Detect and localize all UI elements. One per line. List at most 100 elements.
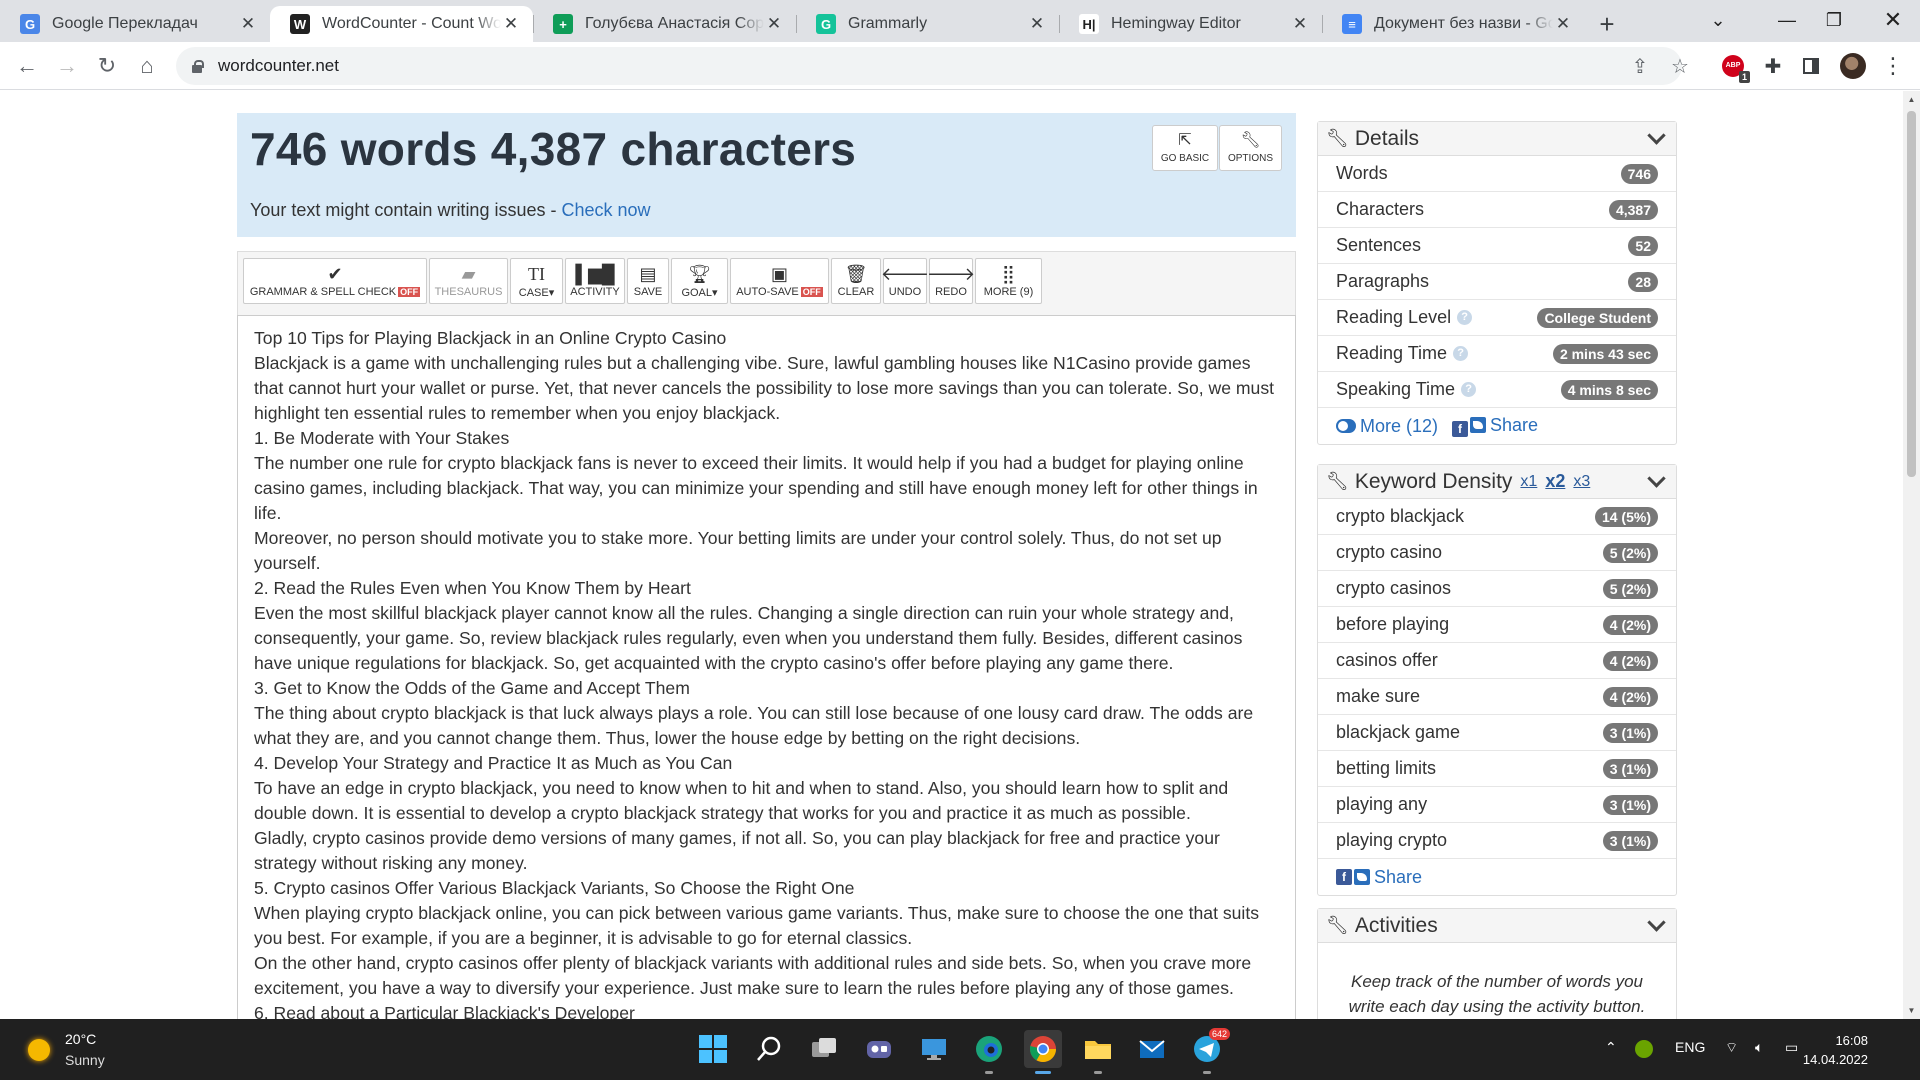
scroll-down-icon[interactable]: ▼ [1903,1002,1920,1019]
value-badge: 4,387 [1608,200,1658,220]
browser-tab[interactable]: H| Hemingway Editor ✕ [1059,6,1322,42]
keyword-row: crypto blackjack 14 (5%) [1318,499,1676,535]
options-button[interactable]: 🔧︎ OPTIONS [1219,125,1282,171]
browser-tab[interactable]: + Голубєва Анастасія Copywriting✕ [533,6,796,42]
file-explorer-icon[interactable] [1079,1030,1117,1074]
browser-tab[interactable]: G Google Перекладач ✕ [0,6,270,42]
thesaurus-button[interactable]: ▰ THESAURUS [429,258,508,304]
forward-icon[interactable]: → [52,51,82,81]
address-bar[interactable]: wordcounter.net [176,47,1682,85]
close-tab-icon[interactable]: ✕ [1553,14,1573,34]
chevron-down-icon[interactable] [1646,914,1668,936]
sun-weather-icon[interactable] [28,1039,50,1061]
chevron-down-icon[interactable] [1646,470,1668,492]
density-x2-link[interactable]: x2 [1545,471,1565,492]
system-clock[interactable]: 16:08 14.04.2022 [1803,1031,1868,1069]
value-badge: 2 mins 43 sec [1552,344,1658,364]
lock-icon[interactable] [190,59,204,73]
monitor-app-icon[interactable] [915,1030,953,1068]
chevron-down-icon[interactable] [1646,127,1668,149]
side-panel-icon[interactable] [1796,51,1826,81]
case-button[interactable]: TI CASE▾ [510,258,563,304]
tab-search-button[interactable]: ⌄ [1690,0,1746,40]
details-header[interactable]: 🔧︎ Details [1318,122,1676,156]
help-icon[interactable]: ? [1461,382,1477,397]
weather-description[interactable]: Sunny [65,1052,105,1068]
save-button[interactable]: ▤ SAVE [627,258,669,304]
grammar-spell-check-button[interactable]: ✔ GRAMMAR & SPELL CHECK OFF [243,258,427,304]
language-indicator[interactable]: ENG [1675,1039,1705,1055]
mail-icon[interactable] [1133,1030,1171,1068]
editor-paragraph: Top 10 Tips for Playing Blackjack in an … [254,328,727,348]
keyword-row: betting limits 3 (1%) [1318,751,1676,787]
row-label: crypto casino [1336,542,1443,562]
profile-avatar[interactable] [1838,51,1868,81]
redo-button[interactable]: 🡒 REDO [927,258,975,304]
more-button[interactable]: ⣿ MORE (9) [975,258,1042,304]
teams-chat-icon[interactable] [860,1030,898,1068]
clear-button[interactable]: 🗑︎ CLEAR [831,258,881,304]
chrome-browser-icon[interactable] [1024,1030,1062,1074]
keyword-share-link[interactable]: f Share [1318,859,1676,895]
wifi-icon[interactable]: ⌔ [1725,1039,1738,1057]
show-hidden-icons-icon[interactable]: ⌃ [1605,1039,1617,1056]
activities-panel: 🔧︎ Activities Keep track of the number o… [1317,908,1677,1019]
editor-paragraph: 1. Be Moderate with Your Stakes [254,428,510,448]
density-x3-link[interactable]: x3 [1573,473,1590,491]
detail-row: Characters 4,387 [1318,192,1676,228]
details-share-label: Share [1490,415,1539,435]
editor-paragraph: Moreover, no person should motivate you … [254,528,1222,573]
shield-tray-icon[interactable] [1635,1040,1653,1058]
close-tab-icon[interactable]: ✕ [764,14,784,34]
close-window-button[interactable]: ✕ [1865,0,1920,40]
task-view-icon[interactable] [805,1030,843,1068]
reload-icon[interactable]: ↻ [92,51,122,81]
share-page-icon[interactable]: ⇪ [1625,51,1655,81]
keyword-density-header[interactable]: 🔧︎ Keyword Density x1 x2 x3 [1318,465,1676,499]
twitter-icon [1354,869,1370,885]
keyword-row: casinos offer 4 (2%) [1318,643,1676,679]
grid-icon: ⣿ [1001,264,1016,284]
puzzle-extensions-icon[interactable]: ✚ [1758,51,1788,81]
activity-button[interactable]: ▌▆█ ACTIVITY [565,258,625,304]
browser-tab[interactable]: ≡ Документ без назви - Google Docs✕ [1322,6,1585,42]
scrollbar-thumb[interactable] [1907,111,1916,477]
editor-paragraph: The number one rule for crypto blackjack… [254,453,1258,523]
close-tab-icon[interactable]: ✕ [501,14,521,34]
details-share-link[interactable]: f Share [1452,415,1538,437]
search-icon[interactable] [750,1030,788,1068]
auto-save-button[interactable]: ▣ AUTO-SAVE OFF [730,258,829,304]
help-icon[interactable]: ? [1457,310,1473,325]
weather-temperature[interactable]: 20°C [65,1031,96,1047]
adblock-extension-icon[interactable]: ABP 1 [1718,51,1750,83]
check-now-link[interactable]: Check now [561,200,650,220]
density-x1-link[interactable]: x1 [1520,473,1537,491]
tab-title: Документ без назви - Google Docs [1374,15,1553,32]
edge-browser-icon[interactable] [970,1030,1008,1074]
home-icon[interactable]: ⌂ [132,51,162,81]
windows-start-icon[interactable] [694,1030,732,1068]
text-editor[interactable]: Top 10 Tips for Playing Blackjack in an … [237,315,1296,1019]
browser-tab[interactable]: W WordCounter - Count Words & Correct Wri… [270,6,533,42]
goal-button[interactable]: 🏆︎ GOAL▾ [671,258,728,304]
volume-icon[interactable]: 🔈︎ [1755,1039,1763,1056]
page-scrollbar[interactable]: ▲ ▼ [1903,91,1920,1019]
menu-kebab-icon[interactable]: ⋮ [1878,51,1908,81]
telegram-icon[interactable]: 642 [1188,1028,1230,1074]
battery-icon[interactable]: ▭ [1785,1039,1798,1056]
help-icon[interactable]: ? [1453,346,1469,361]
scroll-up-icon[interactable]: ▲ [1903,91,1920,108]
browser-tab[interactable]: G Grammarly ✕ [796,6,1059,42]
undo-button[interactable]: 🡐 UNDO [881,258,929,304]
bookmark-star-icon[interactable]: ☆ [1665,51,1695,81]
value-badge: 3 (1%) [1602,759,1658,779]
back-icon[interactable]: ← [12,51,42,81]
go-basic-button[interactable]: ⇱ GO BASIC [1152,125,1218,171]
activities-header[interactable]: 🔧︎ Activities [1318,909,1676,943]
close-tab-icon[interactable]: ✕ [1027,14,1047,34]
close-tab-icon[interactable]: ✕ [1290,14,1310,34]
details-more-link[interactable]: More (12) [1360,416,1438,437]
close-tab-icon[interactable]: ✕ [238,14,258,34]
restore-button[interactable]: ❐ [1806,0,1862,40]
new-tab-button[interactable]: + [1585,6,1629,42]
